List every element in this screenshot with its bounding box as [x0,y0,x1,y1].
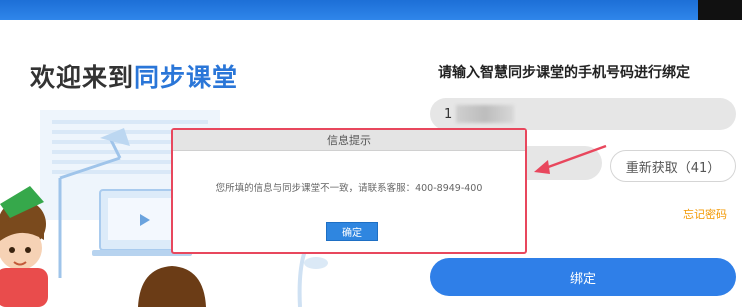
top-bar [0,0,742,20]
dialog-message: 您所填的信息与同步课堂不一致，请联系客服：400-8949-400 [215,183,483,194]
dialog-title: 信息提示 [173,130,525,151]
dialog-ok-button[interactable]: 确定 [326,222,378,241]
top-bar-corner [698,0,742,20]
resend-code-button[interactable]: 重新获取（41） [610,150,736,182]
welcome-text: 欢迎来到 [30,63,135,92]
welcome-heading: 欢迎来到同步课堂 [30,58,238,94]
form-title: 请输入智慧同步课堂的手机号码进行绑定 [438,65,690,81]
bind-button[interactable]: 绑定 [430,258,736,296]
character-shirt [0,268,48,307]
welcome-brand: 同步课堂 [134,63,239,92]
info-dialog: 信息提示 您所填的信息与同步课堂不一致，请联系客服：400-8949-400 确… [171,128,527,254]
character-hair-boy [138,266,206,307]
forgot-password-link[interactable]: 忘记密码 [683,206,727,222]
masked-phone-digits [456,105,514,123]
